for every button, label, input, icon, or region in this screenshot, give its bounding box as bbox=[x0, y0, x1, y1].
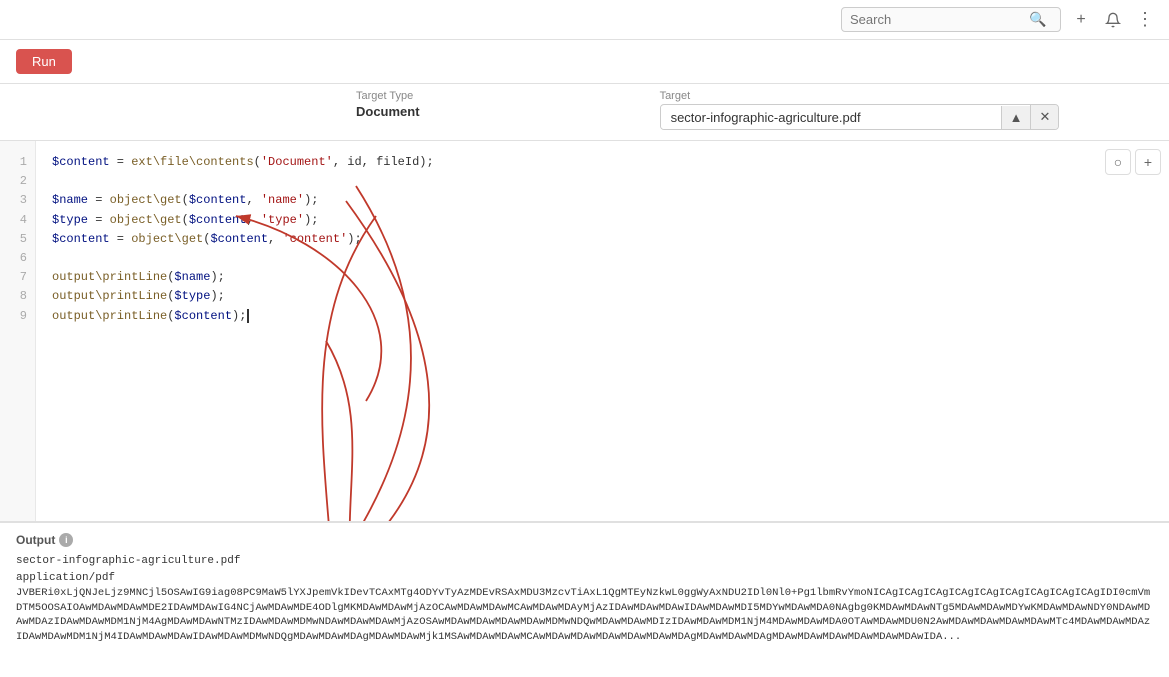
line-num-9: 9 bbox=[0, 307, 35, 326]
code-line-2 bbox=[52, 172, 1153, 191]
target-label: Target bbox=[660, 90, 1060, 102]
bell-icon[interactable] bbox=[1101, 8, 1125, 32]
line-num-3: 3 bbox=[0, 191, 35, 210]
target-up-button[interactable]: ▲ bbox=[1001, 106, 1031, 129]
line-num-1: 1 bbox=[0, 153, 35, 172]
line-num-4: 4 bbox=[0, 211, 35, 230]
code-content[interactable]: $content = ext\file\contents('Document',… bbox=[36, 141, 1169, 521]
target-row: Target Type Document Target ▲ ✕ bbox=[0, 84, 1169, 141]
output-header: Output i bbox=[16, 533, 1153, 547]
line-num-6: 6 bbox=[0, 249, 35, 268]
line-numbers: 1 2 3 4 5 6 7 8 9 bbox=[0, 141, 36, 521]
code-editor: 1 2 3 4 5 6 7 8 9 $content = ext\file\co… bbox=[0, 141, 1169, 522]
output-label: Output bbox=[16, 533, 55, 547]
output-line-1: sector-infographic-agriculture.pdf bbox=[16, 553, 1153, 570]
line-num-5: 5 bbox=[0, 230, 35, 249]
run-button[interactable]: Run bbox=[16, 49, 72, 74]
target-close-button[interactable]: ✕ bbox=[1030, 105, 1058, 129]
main-area: 1 2 3 4 5 6 7 8 9 $content = ext\file\co… bbox=[0, 141, 1169, 677]
code-line-4: $type = object\get($content, 'type'); bbox=[52, 211, 1153, 230]
target-input-group: ▲ ✕ bbox=[660, 104, 1060, 130]
editor-actions: ○ + bbox=[1105, 149, 1161, 175]
editor-circle-button[interactable]: ○ bbox=[1105, 149, 1131, 175]
output-panel: Output i sector-infographic-agriculture.… bbox=[0, 522, 1169, 677]
output-info-icon: i bbox=[59, 533, 73, 547]
code-line-8: output\printLine($type); bbox=[52, 287, 1153, 306]
code-line-3: $name = object\get($content, 'name'); bbox=[52, 191, 1153, 210]
search-box[interactable]: 🔍 bbox=[841, 7, 1061, 32]
top-bar: 🔍 + ⋮ bbox=[0, 0, 1169, 40]
output-line-3: JVBERi0xLjQNJeLjz9MNCjl5OSAwIG9iag08PC9M… bbox=[16, 586, 1153, 645]
output-text: sector-infographic-agriculture.pdf appli… bbox=[16, 553, 1153, 645]
line-num-7: 7 bbox=[0, 268, 35, 287]
search-icon: 🔍 bbox=[1029, 11, 1046, 28]
code-line-5: $content = object\get($content, 'content… bbox=[52, 230, 1153, 249]
search-input[interactable] bbox=[850, 12, 1025, 27]
editor-add-button[interactable]: + bbox=[1135, 149, 1161, 175]
target-type-section: Target Type Document bbox=[356, 90, 420, 119]
target-type-label: Target Type bbox=[356, 90, 420, 102]
code-line-9: output\printLine($content); bbox=[52, 307, 1153, 326]
line-num-2: 2 bbox=[0, 172, 35, 191]
more-icon[interactable]: ⋮ bbox=[1133, 8, 1157, 32]
output-line-2: application/pdf bbox=[16, 570, 1153, 587]
target-section: Target ▲ ✕ bbox=[660, 90, 1060, 130]
code-line-6 bbox=[52, 249, 1153, 268]
add-icon[interactable]: + bbox=[1069, 8, 1093, 32]
toolbar: Run bbox=[0, 40, 1169, 84]
code-line-7: output\printLine($name); bbox=[52, 268, 1153, 287]
code-line-1: $content = ext\file\contents('Document',… bbox=[52, 153, 1153, 172]
line-num-8: 8 bbox=[0, 287, 35, 306]
target-type-value: Document bbox=[356, 104, 420, 119]
target-input[interactable] bbox=[661, 106, 1001, 129]
